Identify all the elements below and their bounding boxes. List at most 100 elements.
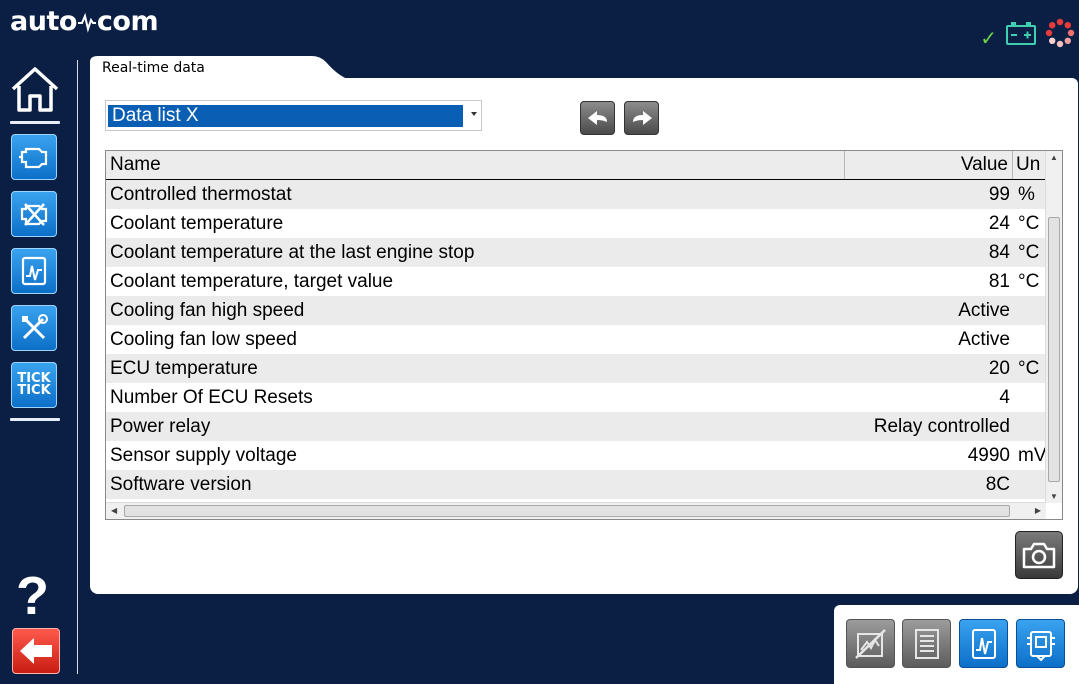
- row-name: Coolant temperature: [110, 213, 284, 234]
- ecu-info-button[interactable]: [1016, 619, 1065, 668]
- tick-line-2: TICK: [17, 383, 51, 398]
- next-list-button[interactable]: [624, 101, 659, 135]
- scroll-right-icon[interactable]: ▶: [1035, 506, 1041, 515]
- camera-icon: [1022, 542, 1056, 569]
- loading-spinner-icon: [1045, 18, 1075, 47]
- row-value: 81: [988, 271, 1010, 292]
- sidebar-divider: [77, 60, 78, 674]
- column-header-value[interactable]: Value: [845, 151, 1013, 179]
- row-unit: °C: [1018, 242, 1040, 263]
- table-header: Name Value Un: [106, 151, 1046, 180]
- row-name: Coolant temperature, target value: [110, 271, 394, 292]
- table-row[interactable]: Cooling fan low speed Active: [106, 325, 1046, 354]
- row-value: 4: [999, 387, 1010, 408]
- column-header-name[interactable]: Name: [106, 151, 845, 179]
- vertical-scrollbar[interactable]: ▲ ▼: [1045, 151, 1062, 503]
- scroll-down-icon[interactable]: ▼: [1050, 492, 1058, 501]
- row-unit: °C: [1018, 213, 1040, 234]
- table-row[interactable]: Cooling fan high speed Active: [106, 296, 1046, 325]
- row-unit: °C: [1018, 358, 1040, 379]
- engine-icon: [19, 147, 48, 169]
- row-unit: mV: [1018, 445, 1046, 466]
- row-value: Relay controlled: [873, 416, 1010, 437]
- row-name: Cooling fan high speed: [110, 300, 305, 321]
- row-name: Controlled thermostat: [110, 184, 292, 205]
- tick-tick-label: TICK TICK: [17, 372, 51, 398]
- row-value: 99: [988, 184, 1010, 205]
- sidebar-separator: [10, 121, 60, 124]
- connection-ok-icon: ✓: [980, 28, 997, 50]
- row-name: Sensor supply voltage: [110, 445, 297, 466]
- record-disabled-button[interactable]: [846, 619, 895, 668]
- autocom-logo: auto com: [10, 6, 159, 37]
- row-value: 20: [988, 358, 1010, 379]
- left-sidebar: TICK TICK ?: [0, 58, 70, 684]
- oscilloscope-icon: [971, 628, 996, 659]
- engine-fault-icon: [20, 203, 48, 226]
- row-unit: °C: [1018, 271, 1040, 292]
- vertical-scroll-thumb[interactable]: [1048, 217, 1060, 482]
- tab-label: Real-time data: [102, 60, 205, 76]
- list-icon: [914, 628, 939, 659]
- table-row[interactable]: ECU temperature 20 °C: [106, 354, 1046, 383]
- row-name: Coolant temperature at the last engine s…: [110, 242, 475, 263]
- screenshot-button[interactable]: [1015, 531, 1063, 579]
- row-name: Number Of ECU Resets: [110, 387, 313, 408]
- row-value: 84: [988, 242, 1010, 263]
- scroll-left-icon[interactable]: ◀: [111, 506, 117, 515]
- row-name: Power relay: [110, 416, 211, 437]
- home-icon: [11, 67, 59, 112]
- horizontal-scrollbar[interactable]: ◀ ▶: [106, 502, 1046, 519]
- table-row[interactable]: Software version 8C: [106, 470, 1046, 499]
- logo-wave-icon: [77, 12, 96, 33]
- table-body: Controlled thermostat 99 % Coolant tempe…: [106, 180, 1046, 499]
- data-table: Name Value Un Controlled thermostat 99 %…: [105, 150, 1063, 520]
- tools-icon: [22, 314, 48, 340]
- fault-codes-button[interactable]: [11, 191, 57, 237]
- back-arrow-icon: [20, 638, 52, 664]
- horizontal-scroll-thumb[interactable]: [124, 505, 1010, 517]
- status-area: ✓: [980, 14, 1075, 51]
- list-view-button[interactable]: [902, 619, 951, 668]
- table-row[interactable]: Power relay Relay controlled: [106, 412, 1046, 441]
- row-value: Active: [958, 300, 1010, 321]
- table-row[interactable]: Sensor supply voltage 4990 mV: [106, 441, 1046, 470]
- row-value: 4990: [967, 445, 1010, 466]
- row-value: 8C: [985, 474, 1010, 495]
- table-row[interactable]: Coolant temperature at the last engine s…: [106, 238, 1046, 267]
- battery-icon: [1006, 21, 1036, 45]
- row-unit: %: [1018, 184, 1035, 205]
- tick-tick-button[interactable]: TICK TICK: [11, 362, 57, 408]
- logo-text-left: auto: [10, 6, 77, 37]
- table-row[interactable]: Controlled thermostat 99 %: [106, 180, 1046, 209]
- record-off-icon: [854, 628, 886, 659]
- scroll-up-icon[interactable]: ▲: [1050, 153, 1058, 162]
- arrow-left-icon: [587, 111, 607, 125]
- sidebar-separator: [10, 418, 60, 421]
- row-name: ECU temperature: [110, 358, 258, 379]
- service-button[interactable]: [11, 305, 57, 351]
- data-list-selected-value: Data list X: [108, 105, 463, 127]
- help-button[interactable]: ?: [16, 568, 49, 624]
- table-row[interactable]: Number Of ECU Resets 4: [106, 383, 1046, 412]
- engine-button[interactable]: [11, 134, 57, 180]
- arrow-right-icon: [632, 111, 652, 125]
- bottom-toolbar: [834, 605, 1079, 684]
- data-list-select[interactable]: Data list X: [105, 100, 482, 131]
- row-name: Cooling fan low speed: [110, 329, 297, 350]
- home-button[interactable]: [8, 64, 62, 114]
- oscilloscope-icon: [21, 256, 47, 286]
- logo-text-right: com: [96, 6, 159, 37]
- live-data-button[interactable]: [11, 248, 57, 294]
- back-button[interactable]: [12, 628, 60, 674]
- table-row[interactable]: Coolant temperature 24 °C: [106, 209, 1046, 238]
- ecu-chip-icon: [1026, 630, 1055, 661]
- dropdown-arrow-icon: [471, 112, 477, 116]
- graph-view-button[interactable]: [959, 619, 1008, 668]
- previous-list-button[interactable]: [580, 101, 615, 135]
- row-value: 24: [988, 213, 1010, 234]
- column-header-unit[interactable]: Un: [1013, 151, 1046, 179]
- row-value: Active: [958, 329, 1010, 350]
- table-row[interactable]: Coolant temperature, target value 81 °C: [106, 267, 1046, 296]
- row-name: Software version: [110, 474, 252, 495]
